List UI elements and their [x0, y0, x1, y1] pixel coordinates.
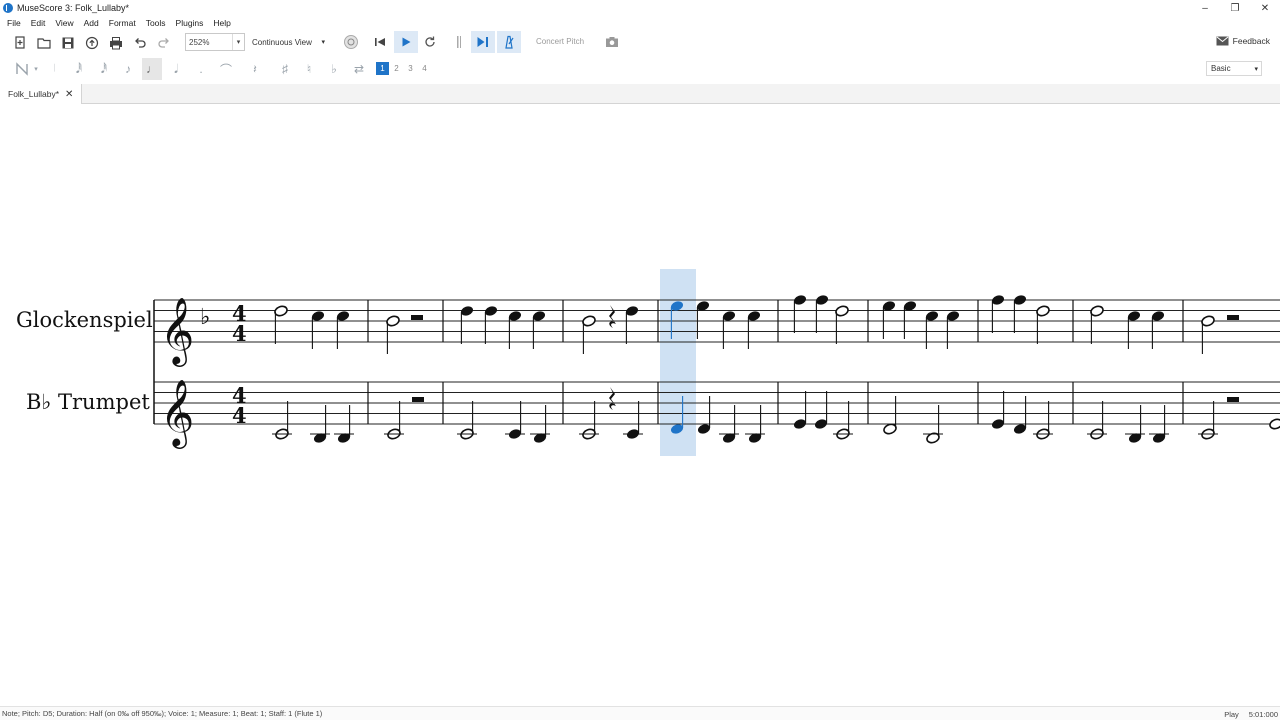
voice-1-button[interactable]: 1 [376, 62, 389, 75]
tab-label: Folk_Lullaby* [8, 89, 60, 99]
score-canvas[interactable]: Glockenspiel B♭ Trumpet 𝄞 𝄞 ♭ 4 4 4 4 [0, 104, 1280, 704]
flat-icon[interactable]: ♭ [325, 58, 343, 80]
voice-3-button[interactable]: 3 [404, 62, 417, 75]
view-mode-value: Continuous View [252, 37, 312, 47]
key-signature-flat-icon: ♭ [200, 305, 210, 330]
note-input-icon[interactable] [12, 58, 32, 80]
quarter-rest [609, 305, 616, 328]
natural-icon[interactable]: ♮ [300, 58, 318, 80]
half-note-icon[interactable]: 𝅘𝅥 [167, 58, 185, 80]
notes [272, 295, 1280, 444]
menu-help[interactable]: Help [213, 18, 230, 28]
minimize-button[interactable]: – [1190, 0, 1220, 16]
menu-edit[interactable]: Edit [31, 18, 46, 28]
whole-note-icon[interactable]: . [192, 58, 210, 80]
half-rest [412, 397, 424, 402]
score-svg[interactable]: 𝄞 𝄞 ♭ 4 4 4 4 [0, 104, 1280, 704]
menu-format[interactable]: Format [109, 18, 136, 28]
menu-add[interactable]: Add [84, 18, 99, 28]
time-sig-denominator: 4 [232, 403, 247, 428]
sixteenth-note-icon[interactable]: 𝅘𝅥𝅱 [95, 58, 113, 80]
play-icon[interactable] [394, 31, 418, 53]
flip-direction-icon[interactable]: ⇄ [350, 58, 368, 80]
chevron-down-icon: ▾ [321, 39, 325, 46]
close-window-button[interactable]: ✕ [1250, 0, 1280, 16]
new-score-icon[interactable] [8, 32, 32, 54]
zoom-value: 252% [189, 37, 210, 47]
playback-settings-icon[interactable] [339, 31, 363, 53]
loop-in-icon[interactable] [445, 31, 469, 53]
time-sig-denominator: 4 [232, 321, 247, 346]
loop-icon[interactable] [418, 31, 442, 53]
thirty-second-note-icon[interactable]: 𝅘𝅥𝅲 [70, 58, 88, 80]
close-icon[interactable]: ✕ [65, 89, 73, 100]
image-capture-icon[interactable] [600, 31, 624, 53]
zoom-input[interactable]: 252% ▾ [185, 33, 245, 51]
chevron-down-icon[interactable]: ▾ [31, 58, 41, 80]
undo-icon[interactable] [128, 32, 152, 54]
title-bar: MuseScore 3: Folk_Lullaby* – ❐ ✕ [0, 0, 1280, 16]
status-bar: Note; Pitch: D5; Duration: Half (on 0‰ o… [0, 706, 1280, 720]
rewind-icon[interactable] [368, 31, 392, 53]
mail-icon [1216, 36, 1229, 46]
metronome-icon[interactable] [497, 31, 521, 53]
menu-tools[interactable]: Tools [146, 18, 166, 28]
half-rest [1227, 315, 1239, 320]
window-controls: – ❐ ✕ [1190, 0, 1280, 16]
musescore-logo-icon [3, 3, 13, 13]
menu-file[interactable]: File [7, 18, 21, 28]
chevron-down-icon: ▾ [1254, 65, 1258, 73]
view-mode-select[interactable]: Continuous View ▾ [249, 33, 327, 51]
open-folder-icon[interactable] [32, 32, 56, 54]
voice-4-button[interactable]: 4 [418, 62, 431, 75]
status-mode: Play [1224, 709, 1239, 719]
half-rest [411, 315, 423, 320]
sharp-icon[interactable]: ♯ [276, 58, 294, 80]
note-head[interactable] [1269, 418, 1280, 431]
status-time: 5:01:000 [1248, 709, 1278, 719]
quarter-note-icon[interactable]: ♩ [142, 58, 162, 80]
feedback-label: Feedback [1232, 36, 1270, 46]
staves [153, 299, 1280, 425]
concert-pitch-toggle[interactable]: Concert Pitch [536, 37, 584, 46]
menu-plugins[interactable]: Plugins [176, 18, 204, 28]
menu-bar: File Edit View Add Format Tools Plugins … [0, 16, 1280, 30]
score-tab-bar: Folk_Lullaby* ✕ [0, 84, 1280, 104]
redo-icon[interactable] [152, 32, 176, 54]
print-icon[interactable] [104, 32, 128, 54]
restore-button[interactable]: ❐ [1220, 0, 1250, 16]
menu-view[interactable]: View [55, 18, 73, 28]
quarter-rest [609, 387, 616, 410]
tab-folk-lullaby[interactable]: Folk_Lullaby* ✕ [0, 84, 83, 104]
treble-clef-icon: 𝄞 [160, 378, 194, 449]
note-input-toolbar: ▾ 𝅥 𝅘𝅥𝅲 𝅘𝅥𝅱 ♪ ♩ 𝅘𝅥 . ⌒ 𝄽 ♯ ♮ ♭ ⇄ [0, 58, 1280, 80]
window-title: MuseScore 3: Folk_Lullaby* [17, 3, 130, 13]
status-text: Note; Pitch: D5; Duration: Half (on 0‰ o… [2, 709, 323, 718]
save-online-icon[interactable] [80, 32, 104, 54]
voice-2-button[interactable]: 2 [390, 62, 403, 75]
eighth-note-icon[interactable]: ♪ [119, 58, 137, 80]
treble-clef-icon: 𝄞 [160, 296, 194, 367]
half-rest [1227, 397, 1239, 402]
workspace-value: Basic [1211, 64, 1231, 73]
workspace-select[interactable]: Basic ▾ [1206, 61, 1262, 76]
feedback-button[interactable]: Feedback [1216, 36, 1270, 46]
rest-icon[interactable]: 𝄽 [246, 58, 264, 80]
pan-score-icon[interactable] [471, 31, 495, 53]
chevron-down-icon[interactable]: ▾ [232, 34, 244, 50]
sixty-fourth-note-icon[interactable]: 𝅥 [46, 58, 64, 80]
save-icon[interactable] [56, 32, 80, 54]
augmentation-dot-icon[interactable]: ⌒ [217, 58, 235, 80]
